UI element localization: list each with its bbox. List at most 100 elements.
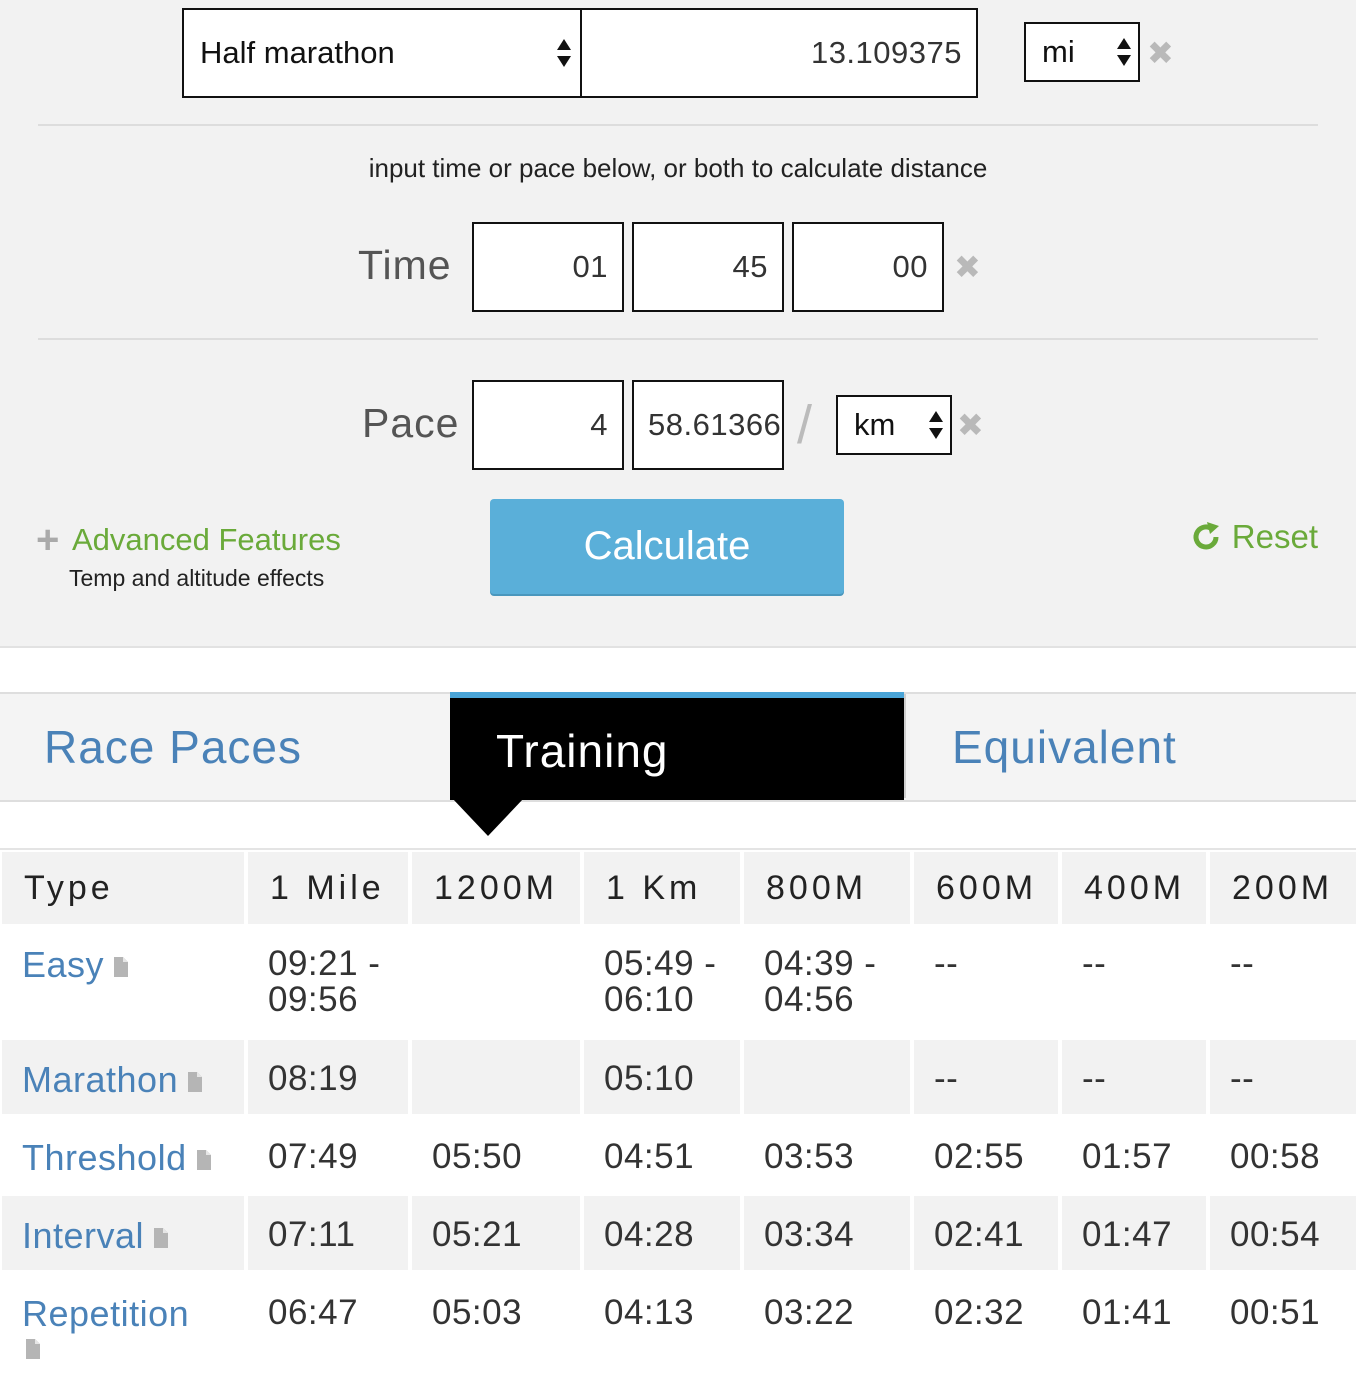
pace-minutes-value: 4 bbox=[590, 407, 608, 442]
training-type-link[interactable]: Marathon bbox=[22, 1059, 203, 1101]
pace-cell: 01:41 bbox=[1062, 1274, 1206, 1384]
time-hours-input[interactable]: 01 bbox=[472, 222, 624, 312]
pace-cell: 01:57 bbox=[1062, 1118, 1206, 1192]
pace-cell: 03:34 bbox=[744, 1196, 910, 1270]
pace-value: -- bbox=[934, 944, 959, 983]
pace-cell: 05:50 bbox=[412, 1118, 580, 1192]
pace-cell: 02:32 bbox=[914, 1274, 1058, 1384]
time-seconds-value: 00 bbox=[892, 249, 928, 284]
pace-value: 02:41 bbox=[934, 1215, 1025, 1254]
reset-label: Reset bbox=[1231, 518, 1318, 555]
pace-cell: 01:47 bbox=[1062, 1196, 1206, 1270]
table-row: Repetition 06:47 05:03 04:13 03:22 02:32 01:41… bbox=[0, 1274, 1356, 1384]
pace-cell: -- bbox=[1062, 928, 1206, 1036]
pace-value: 03:53 bbox=[764, 1137, 855, 1176]
document-icon[interactable] bbox=[154, 1228, 169, 1249]
pace-cell: 05:49 - 06:10 bbox=[584, 928, 740, 1036]
document-icon[interactable] bbox=[114, 957, 129, 978]
pace-value: -- bbox=[1082, 1059, 1107, 1098]
time-label: Time bbox=[358, 242, 452, 288]
advanced-features-link[interactable]: Advanced Features bbox=[72, 522, 341, 558]
table-row: Interval 07:11 05:21 04:28 03:34 02:41 01:47 00… bbox=[0, 1196, 1356, 1270]
pace-value: 09:21 - 09:56 bbox=[268, 944, 381, 1019]
pace-cell: 04:13 bbox=[584, 1274, 740, 1384]
pace-cell: 03:22 bbox=[744, 1274, 910, 1384]
tab-training[interactable]: Training bbox=[450, 692, 904, 800]
pace-cell: 08:19 bbox=[248, 1040, 408, 1114]
pace-minutes-input[interactable]: 4 bbox=[472, 380, 624, 470]
pace-seconds-input[interactable]: 58.61366 bbox=[632, 380, 784, 470]
clear-time-icon[interactable]: ✖ bbox=[954, 251, 981, 283]
table-divider bbox=[0, 848, 1356, 850]
pace-cell: -- bbox=[1210, 1040, 1356, 1114]
pace-cell: 07:11 bbox=[248, 1196, 408, 1270]
pace-value: 04:13 bbox=[604, 1293, 695, 1332]
document-icon[interactable] bbox=[188, 1072, 203, 1093]
time-hours-value: 01 bbox=[572, 249, 608, 284]
pace-cell: 02:55 bbox=[914, 1118, 1058, 1192]
training-type-link[interactable]: Interval bbox=[22, 1215, 169, 1257]
pace-value: 00:54 bbox=[1230, 1215, 1321, 1254]
form-hint: input time or pace below, or both to cal… bbox=[368, 153, 988, 183]
time-seconds-input[interactable]: 00 bbox=[792, 222, 944, 312]
pace-cell: -- bbox=[1210, 928, 1356, 1036]
clear-pace-icon[interactable]: ✖ bbox=[957, 409, 984, 441]
pace-value: -- bbox=[1230, 944, 1255, 983]
type-cell: Threshold bbox=[2, 1118, 244, 1192]
pace-cell: 05:03 bbox=[412, 1274, 580, 1384]
document-icon[interactable] bbox=[196, 1150, 211, 1171]
calculator-form: Half marathon 13.109375 mi ✖ input time … bbox=[0, 0, 1356, 648]
document-icon[interactable] bbox=[26, 1339, 40, 1359]
training-type-link[interactable]: Threshold bbox=[22, 1137, 211, 1179]
pace-cell bbox=[744, 1040, 910, 1114]
divider bbox=[38, 124, 1318, 126]
select-arrows-icon bbox=[929, 411, 943, 439]
pace-cell: -- bbox=[914, 928, 1058, 1036]
pace-cell: 05:10 bbox=[584, 1040, 740, 1114]
tab-equivalent[interactable]: Equivalent bbox=[952, 694, 1177, 800]
pace-cell: 04:51 bbox=[584, 1118, 740, 1192]
clear-distance-icon[interactable]: ✖ bbox=[1147, 37, 1174, 69]
pace-value: 04:51 bbox=[604, 1137, 695, 1176]
plus-icon[interactable]: + bbox=[36, 520, 59, 560]
table-row: Threshold 07:49 05:50 04:51 03:53 02:55 01:57 0… bbox=[0, 1118, 1356, 1192]
distance-input[interactable]: 13.109375 bbox=[580, 8, 978, 98]
pace-cell: 02:41 bbox=[914, 1196, 1058, 1270]
tab-race-paces[interactable]: Race Paces bbox=[44, 694, 302, 800]
type-cell: Easy bbox=[2, 928, 244, 1036]
pace-value: 01:57 bbox=[1082, 1137, 1173, 1176]
training-type-link[interactable]: Easy bbox=[22, 944, 129, 986]
table-header-row: Type 1 Mile 1200M 1 Km 800M 600M 400M 20… bbox=[0, 852, 1356, 924]
pace-cell: 04:39 - 04:56 bbox=[744, 928, 910, 1036]
distance-unit-select[interactable]: mi bbox=[1024, 22, 1140, 82]
pace-cell: 00:51 bbox=[1210, 1274, 1356, 1384]
race-distance-select[interactable]: Half marathon bbox=[182, 8, 582, 98]
pace-value: 06:47 bbox=[268, 1293, 359, 1332]
pace-value: 02:55 bbox=[934, 1137, 1025, 1176]
select-arrows-icon bbox=[1117, 38, 1131, 66]
time-minutes-value: 45 bbox=[732, 249, 768, 284]
divider bbox=[38, 338, 1318, 340]
header-cell: 600M bbox=[914, 852, 1058, 924]
pace-value: 02:32 bbox=[934, 1293, 1025, 1332]
pace-value: 05:03 bbox=[432, 1293, 523, 1332]
pace-value: 04:39 - 04:56 bbox=[764, 944, 877, 1019]
training-type-link[interactable]: Repetition bbox=[22, 1293, 189, 1359]
select-arrows-icon bbox=[557, 39, 571, 67]
time-minutes-input[interactable]: 45 bbox=[632, 222, 784, 312]
pace-cell: -- bbox=[914, 1040, 1058, 1114]
pace-value: 05:50 bbox=[432, 1137, 523, 1176]
training-type-label: Marathon bbox=[22, 1059, 179, 1100]
pace-cell: 00:58 bbox=[1210, 1118, 1356, 1192]
active-tab-pointer bbox=[452, 798, 524, 836]
pace-unit-value: km bbox=[854, 407, 896, 442]
header-cell: 800M bbox=[744, 852, 910, 924]
header-cell: 1200M bbox=[412, 852, 580, 924]
type-cell: Interval bbox=[2, 1196, 244, 1270]
race-distance-value: Half marathon bbox=[200, 35, 395, 70]
calculate-button[interactable]: Calculate bbox=[490, 499, 844, 594]
reset-button[interactable]: Reset bbox=[1190, 518, 1318, 556]
pace-unit-select[interactable]: km bbox=[836, 395, 952, 455]
pace-cell: 03:53 bbox=[744, 1118, 910, 1192]
pace-cell: 07:49 bbox=[248, 1118, 408, 1192]
